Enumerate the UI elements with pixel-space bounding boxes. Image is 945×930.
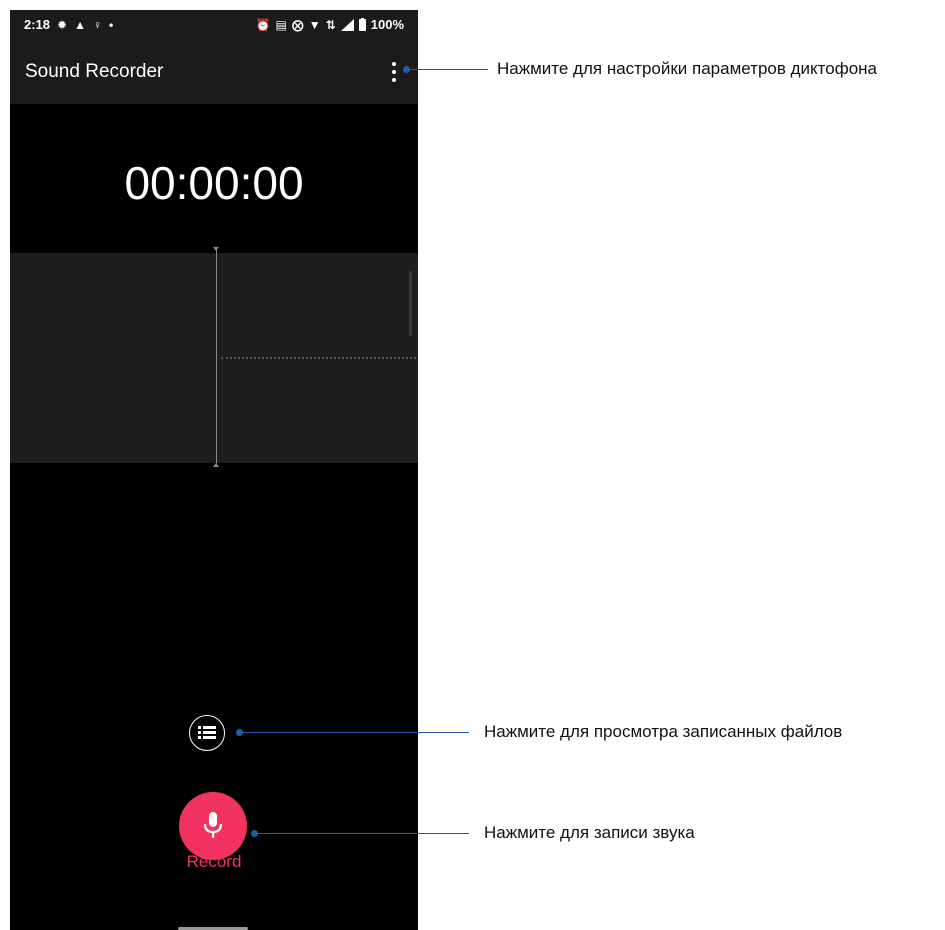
nfc-icon: ▤ [275, 17, 287, 32]
phone-screen: 2:18 ✹ ▲ ♀ • ⏰ ▤ ⨂ ▼ ⇅ 100% Sound Record… [10, 10, 418, 930]
battery-level: 100% [370, 17, 404, 32]
recordings-list-button[interactable] [189, 715, 225, 751]
bulb-icon: ♀ [92, 17, 102, 32]
status-bar: 2:18 ✹ ▲ ♀ • ⏰ ▤ ⨂ ▼ ⇅ 100% [10, 10, 418, 40]
data-icon: ⇅ [325, 17, 336, 32]
alarm-icon: ⏰ [255, 17, 271, 32]
app-bar: Sound Recorder [10, 40, 418, 104]
status-bar-right: ⏰ ▤ ⨂ ▼ ⇅ 100% [256, 17, 405, 32]
playhead-line [216, 249, 217, 467]
playhead-bottom-marker [213, 463, 219, 467]
gear-icon: ✹ [57, 17, 68, 32]
callout-settings-line [408, 69, 488, 70]
app-title: Sound Recorder [25, 61, 164, 82]
list-icon [198, 726, 216, 739]
recording-timer: 00:00:00 [124, 157, 304, 209]
record-label: Record [186, 852, 242, 871]
callout-files-line [241, 732, 469, 733]
dot-icon: • [108, 17, 114, 32]
waveform-scrollbar[interactable] [409, 271, 412, 336]
more-options-button[interactable] [384, 60, 404, 84]
mute-icon: ⨂ [291, 17, 304, 32]
battery-icon [358, 18, 366, 31]
callout-record-text: Нажмите для записи звука [484, 823, 695, 842]
waveform-baseline [221, 357, 416, 359]
microphone-icon [203, 812, 223, 838]
callout-settings-text: Нажмите для настройки параметров диктофо… [497, 59, 877, 78]
status-bar-left: 2:18 ✹ ▲ ♀ • [24, 17, 113, 32]
status-time: 2:18 [24, 17, 51, 32]
record-button[interactable] [179, 792, 247, 860]
callout-files-text: Нажмите для просмотра записанных файлов [484, 722, 843, 741]
waveform-panel [10, 247, 418, 467]
warning-icon: ▲ [74, 17, 86, 32]
more-vert-icon [392, 62, 396, 66]
signal-icon [340, 18, 354, 31]
callout-record-line [256, 833, 469, 834]
wifi-icon: ▼ [308, 17, 321, 32]
